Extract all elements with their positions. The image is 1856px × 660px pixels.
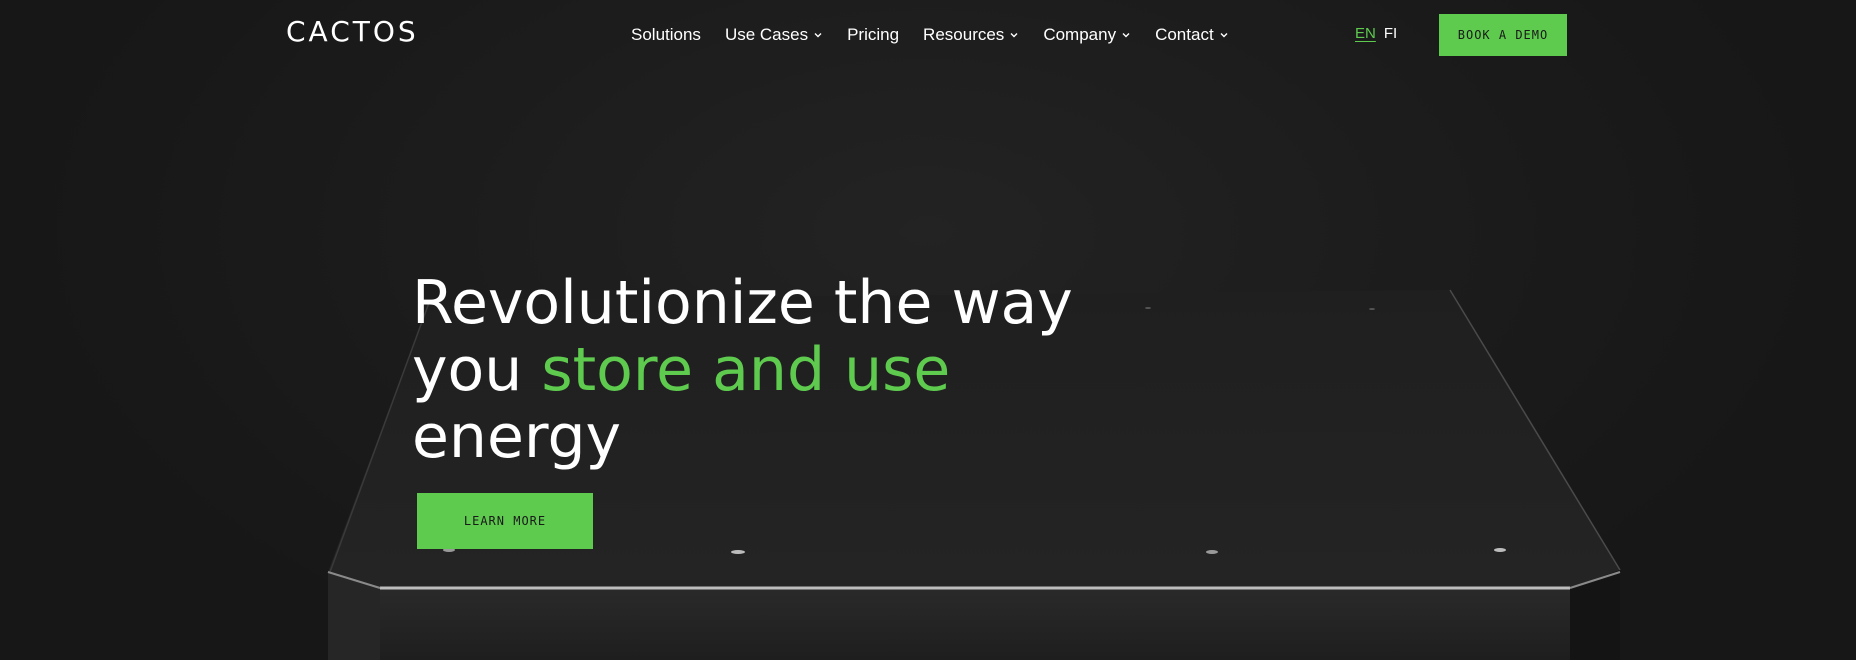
book-demo-button[interactable]: BOOK A DEMO [1439, 14, 1567, 56]
language-en-link[interactable]: EN [1355, 25, 1376, 42]
nav-item-contact[interactable]: Contact [1155, 25, 1229, 45]
nav-item-solutions[interactable]: Solutions [631, 25, 701, 45]
chevron-down-icon [1010, 33, 1018, 38]
nav-item-pricing[interactable]: Pricing [847, 25, 899, 45]
headline-accent: store and use [541, 335, 951, 405]
nav-item-label: Solutions [631, 25, 701, 44]
hero-headline: Revolutionize the way you store and use en… [412, 270, 1172, 471]
chevron-down-icon [1220, 33, 1228, 38]
headline-line-3: energy [412, 402, 622, 472]
nav-item-resources[interactable]: Resources [923, 25, 1019, 45]
learn-more-button[interactable]: LEARN MORE [417, 493, 593, 549]
nav-item-label: Use Cases [724, 25, 809, 44]
language-switcher: EN FI [1355, 25, 1397, 42]
chevron-down-icon [1122, 33, 1130, 38]
nav-item-company[interactable]: Company [1043, 25, 1131, 45]
nav-item-label: Pricing [847, 25, 900, 44]
cactos-logo[interactable]: CACTOS [286, 18, 419, 46]
main-nav: Solutions Use Cases Pricing Resources Co… [631, 23, 1253, 47]
nav-item-label: Company [1043, 25, 1117, 44]
headline-line-2-start: you [412, 335, 542, 405]
nav-item-use-cases[interactable]: Use Cases [725, 25, 823, 45]
nav-item-label: Resources [923, 25, 1005, 44]
headline-line-1: Revolutionize the way [412, 268, 1073, 338]
chevron-down-icon [814, 33, 822, 38]
language-fi-link[interactable]: FI [1384, 25, 1397, 42]
nav-item-label: Contact [1155, 25, 1214, 44]
